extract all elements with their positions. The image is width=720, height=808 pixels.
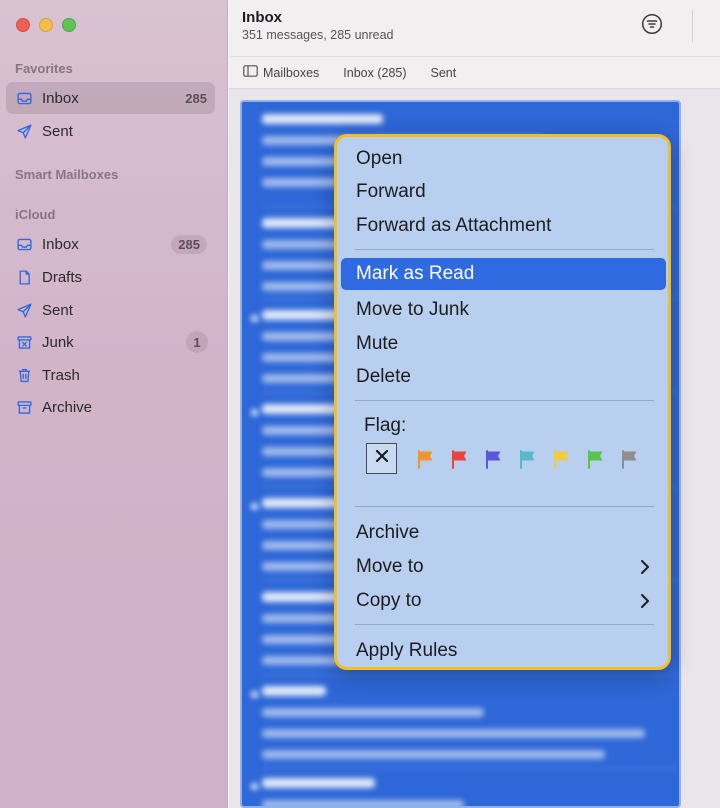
sidebar-item-icloud-sent[interactable]: Sent — [6, 294, 215, 326]
unread-count-badge: 285 — [171, 234, 207, 254]
flag-purple-button[interactable] — [483, 448, 505, 470]
inbox-icon — [15, 89, 33, 107]
favorites-section-title: Favorites — [15, 61, 73, 76]
unread-count-badge: 285 — [185, 90, 207, 106]
flag-icon — [486, 450, 501, 469]
close-icon — [375, 449, 389, 468]
window-controls — [16, 18, 76, 32]
mailbox-subtitle: 351 messages, 285 unread — [242, 28, 394, 42]
sidebar-item-label: Drafts — [42, 268, 83, 286]
favorites-bar-sent[interactable]: Sent — [431, 66, 457, 80]
context-menu: Open Forward Forward as Attachment Mark … — [334, 134, 671, 670]
chevron-right-icon — [641, 560, 649, 574]
drafts-icon — [15, 268, 33, 286]
sidebar-item-icloud-archive[interactable]: Archive — [6, 391, 215, 423]
toolbar-divider — [692, 10, 693, 42]
junk-count-badge: 1 — [186, 331, 208, 353]
menu-separator — [355, 400, 654, 401]
menu-item-open[interactable]: Open — [341, 143, 666, 175]
minimize-window-button[interactable] — [39, 18, 53, 32]
menu-item-copy-to[interactable]: Copy to — [341, 585, 666, 617]
sidebar-item-label: Trash — [42, 366, 80, 384]
close-window-button[interactable] — [16, 18, 30, 32]
mailbox-title: Inbox — [242, 9, 282, 26]
list-item[interactable] — [251, 686, 665, 771]
sidebar-item-icloud-junk[interactable]: Junk 1 — [6, 326, 215, 358]
sidebar-toggle-icon — [243, 65, 258, 80]
flag-green-button[interactable] — [585, 448, 607, 470]
flag-gray-button[interactable] — [619, 448, 641, 470]
zoom-window-button[interactable] — [62, 18, 76, 32]
menu-item-mute[interactable]: Mute — [341, 328, 666, 360]
filter-icon — [641, 13, 663, 40]
toolbar: Inbox 351 messages, 285 unread — [229, 0, 720, 57]
sidebar-item-label: Archive — [42, 398, 93, 416]
sidebar-item-favorites-sent[interactable]: Sent — [6, 115, 215, 147]
sidebar-item-label: Sent — [42, 122, 73, 140]
flag-icon — [554, 450, 569, 469]
menu-item-mark-as-read[interactable]: Mark as Read — [341, 258, 666, 290]
flag-icon — [520, 450, 535, 469]
sidebar-item-label: Sent — [42, 301, 73, 319]
menu-separator — [355, 249, 654, 250]
trash-icon — [15, 366, 33, 384]
sidebar-item-icloud-trash[interactable]: Trash — [6, 359, 215, 391]
favorites-bar-mailboxes-label: Mailboxes — [263, 65, 320, 80]
filter-button[interactable] — [639, 13, 665, 39]
sidebar-item-label: Inbox — [42, 89, 79, 107]
flag-orange-button[interactable] — [415, 448, 437, 470]
flag-red-button[interactable] — [449, 448, 471, 470]
menu-item-move-to-junk[interactable]: Move to Junk — [341, 294, 666, 326]
sidebar-item-label: Junk — [42, 333, 74, 351]
sidebar-item-icloud-inbox[interactable]: Inbox 285 — [6, 228, 215, 260]
junk-icon — [15, 333, 33, 351]
sidebar: Favorites Inbox 285 Sent Smart Mailboxes… — [0, 0, 228, 808]
list-item[interactable] — [251, 778, 665, 806]
favorites-bar: Mailboxes Inbox (285) Sent — [229, 57, 720, 89]
sent-icon — [15, 301, 33, 319]
menu-separator — [355, 624, 654, 625]
menu-separator — [355, 506, 654, 507]
flag-teal-button[interactable] — [517, 448, 539, 470]
chevron-right-icon — [641, 594, 649, 608]
flag-icon — [622, 450, 637, 469]
smart-mailboxes-section-title[interactable]: Smart Mailboxes — [15, 167, 118, 182]
menu-item-forward-as-attachment[interactable]: Forward as Attachment — [341, 210, 666, 242]
favorites-bar-inbox[interactable]: Inbox (285) — [343, 66, 406, 80]
sidebar-item-favorites-inbox[interactable]: Inbox 285 — [6, 82, 215, 114]
sidebar-item-label: Inbox — [42, 235, 79, 253]
sent-icon — [15, 122, 33, 140]
menu-item-delete[interactable]: Delete — [341, 361, 666, 393]
flag-icon — [418, 450, 433, 469]
menu-item-forward[interactable]: Forward — [341, 176, 666, 208]
inbox-icon — [15, 235, 33, 253]
menu-item-copy-to-label: Copy to — [356, 590, 422, 611]
sidebar-item-icloud-drafts[interactable]: Drafts — [6, 261, 215, 293]
archive-icon — [15, 398, 33, 416]
favorites-bar-mailboxes-button[interactable]: Mailboxes — [243, 65, 319, 80]
clear-flag-button[interactable] — [366, 443, 397, 474]
menu-item-move-to[interactable]: Move to — [341, 551, 666, 583]
menu-item-apply-rules[interactable]: Apply Rules — [341, 635, 666, 667]
flag-label: Flag: — [364, 415, 407, 436]
flag-icon — [588, 450, 603, 469]
menu-item-archive[interactable]: Archive — [341, 517, 666, 549]
flag-icon — [452, 450, 467, 469]
flag-yellow-button[interactable] — [551, 448, 573, 470]
icloud-section-title[interactable]: iCloud — [15, 207, 55, 222]
menu-item-move-to-label: Move to — [356, 556, 424, 577]
